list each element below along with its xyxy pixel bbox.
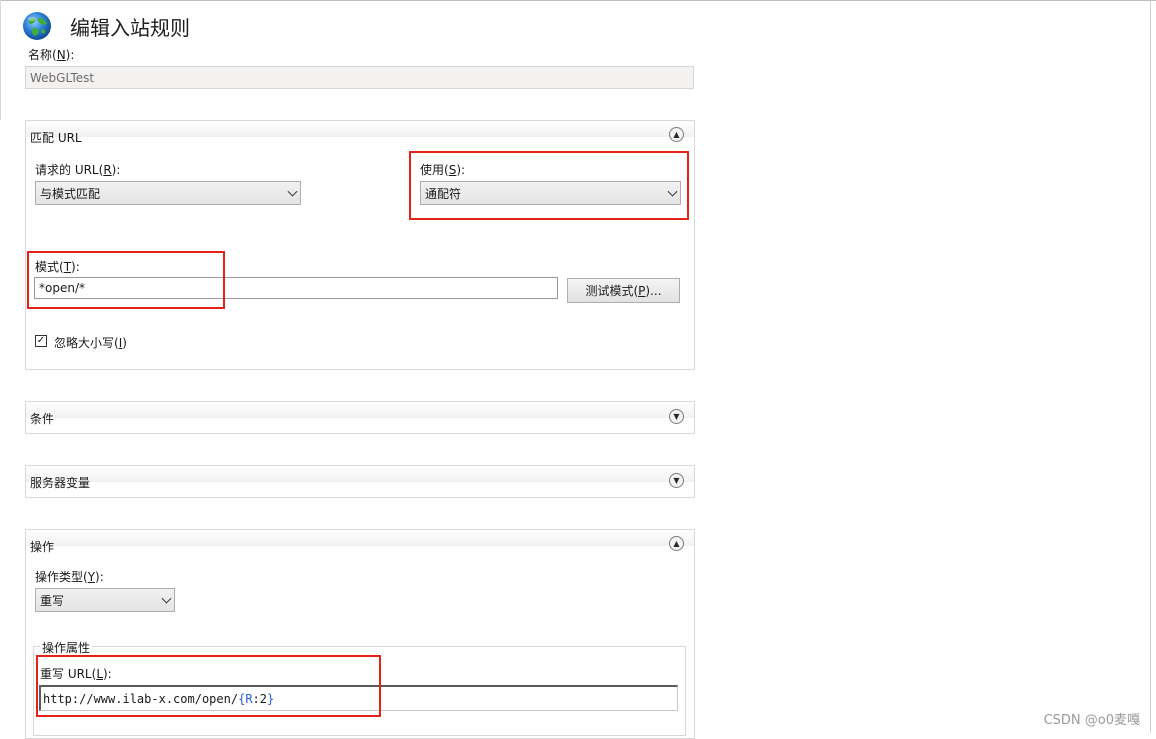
collapse-match-url-icon[interactable]: ▲ — [669, 127, 684, 142]
ignore-case-label[interactable]: 忽略大小写(I) — [54, 334, 127, 351]
match-url-header[interactable] — [26, 121, 694, 137]
checkmark-icon: ✓ — [36, 335, 46, 346]
globe-icon — [21, 10, 53, 42]
action-properties-title: 操作属性 — [40, 639, 93, 656]
highlight-box-using — [409, 151, 689, 220]
expand-conditions-icon[interactable]: ▼ — [669, 409, 684, 424]
conditions-panel: 条件 ▼ — [25, 401, 695, 434]
name-label: 名称(N): — [28, 48, 75, 62]
server-variables-panel: 服务器变量 ▼ — [25, 465, 695, 498]
server-variables-header[interactable] — [26, 466, 694, 482]
test-pattern-button[interactable]: 测试模式(P)... — [567, 278, 680, 303]
action-type-value: 重写 — [40, 593, 65, 608]
name-field[interactable]: WebGLTest — [25, 66, 694, 89]
chevron-down-icon — [287, 186, 298, 197]
requested-url-dropdown[interactable]: 与模式匹配 — [35, 181, 301, 205]
match-url-title: 匹配 URL — [30, 131, 82, 145]
requested-url-value: 与模式匹配 — [40, 186, 101, 201]
window-left-border — [0, 0, 1, 120]
action-title: 操作 — [30, 540, 55, 554]
highlight-box-rewrite-url — [36, 655, 381, 717]
ignore-case-checkbox[interactable]: ✓ — [35, 335, 47, 347]
watermark: CSDN @o0麦嘎 — [1043, 713, 1140, 728]
highlight-box-pattern — [27, 251, 225, 309]
name-field-value: WebGLTest — [30, 70, 95, 85]
expand-server-variables-icon[interactable]: ▼ — [669, 473, 684, 488]
chevron-down-icon — [161, 593, 172, 604]
action-type-label: 操作类型(Y): — [35, 570, 104, 584]
window-right-border — [1150, 0, 1151, 733]
requested-url-label: 请求的 URL(R): — [35, 163, 121, 177]
collapse-action-icon[interactable]: ▲ — [669, 536, 684, 551]
page-title: 编辑入站规则 — [70, 16, 190, 40]
conditions-title: 条件 — [30, 412, 55, 426]
conditions-header[interactable] — [26, 402, 694, 418]
window-top-border — [0, 0, 1156, 1]
server-variables-title: 服务器变量 — [30, 476, 91, 490]
action-type-dropdown[interactable]: 重写 — [35, 588, 175, 612]
action-header[interactable] — [26, 530, 694, 546]
